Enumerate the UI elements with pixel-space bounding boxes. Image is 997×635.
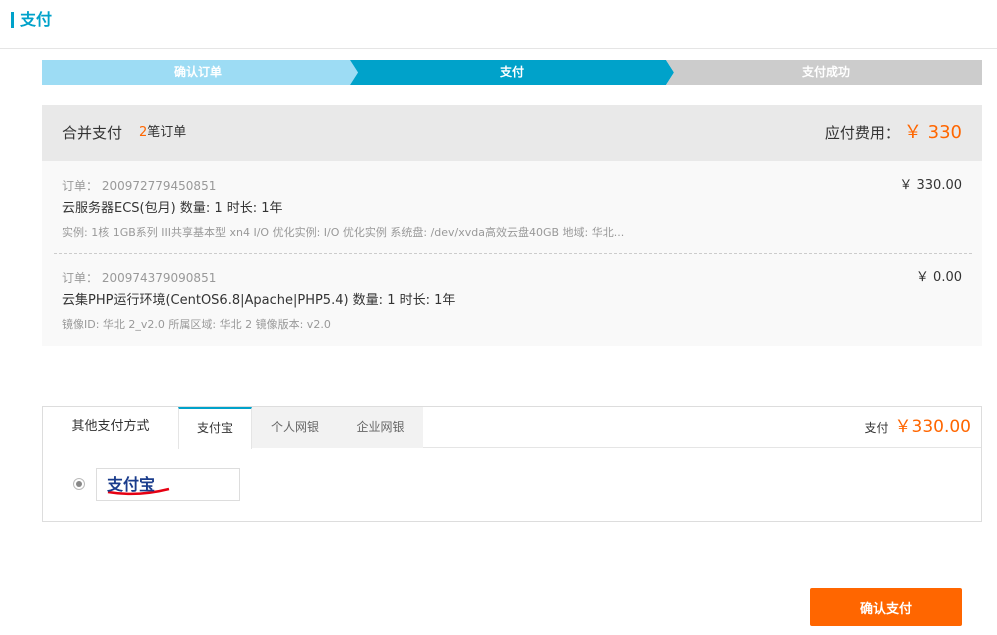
alipay-radio[interactable]: [73, 478, 85, 490]
order-summary-header: 合并支付 2笔订单 应付费用： ￥ 330: [42, 105, 982, 161]
order-product-detail: 实例: 1核 1GB系列 III共享基本型 xn4 I/O 优化实例: I/O …: [62, 226, 625, 239]
alipay-logo-option[interactable]: 支付宝: [96, 468, 240, 501]
tab-personal-bank[interactable]: 个人网银: [252, 407, 338, 448]
confirm-pay-button[interactable]: 确认支付: [810, 588, 962, 626]
payment-tab-bar: 其他支付方式 支付宝 个人网银 企业网银 支付 ￥330.00: [43, 407, 981, 449]
page-title: 支付: [20, 10, 53, 29]
alipay-logo-text: 支付宝: [106, 475, 155, 494]
order-divider: [54, 253, 972, 254]
order-panel: 合并支付 2笔订单 应付费用： ￥ 330 订单： 200972779450851…: [42, 105, 982, 346]
tab-other-payment[interactable]: 其他支付方式: [43, 407, 178, 448]
merge-pay-label: 合并支付: [62, 124, 123, 142]
step-progress: 确认订单 支付 支付成功: [42, 60, 982, 85]
order-product-detail: 镜像ID: 华北 2_v2.0 所属区域: 华北 2 镜像版本: v2.0: [62, 318, 331, 331]
page-header: 支付: [0, 0, 997, 49]
tab-corporate-bank[interactable]: 企业网银: [338, 407, 423, 448]
payment-total: 支付 ￥330.00: [865, 415, 972, 440]
order-product-name: 云集PHP运行环境(CentOS6.8|Apache|PHP5.4) 数量: 1…: [62, 293, 456, 308]
payment-method-box: 其他支付方式 支付宝 个人网银 企业网银 支付 ￥330.00 支付宝: [42, 406, 982, 522]
order-price: ￥ 0.00: [915, 270, 962, 285]
step-confirm-order: 确认订单: [173, 65, 222, 79]
amount-due: 应付费用： ￥ 330: [825, 120, 962, 146]
step-pay-success: 支付成功: [801, 65, 850, 79]
tab-alipay[interactable]: 支付宝: [178, 407, 252, 449]
amount-due-value: ￥ 330: [903, 122, 962, 143]
alipay-logo-icon: 支付宝: [106, 475, 170, 496]
order-id: 订单： 200974379090851: [62, 271, 217, 285]
order-count-suffix: 笔订单: [147, 125, 187, 140]
payment-total-label: 支付: [864, 421, 889, 435]
step-pay: 支付: [499, 65, 524, 79]
order-price: ￥ 330.00: [899, 178, 962, 193]
order-product-name: 云服务器ECS(包月) 数量: 1 时长: 1年: [62, 201, 283, 216]
payment-total-amount: ￥330.00: [894, 417, 971, 437]
order-count: 2笔订单: [139, 124, 186, 142]
amount-due-label: 应付费用：: [824, 124, 900, 142]
title-accent-bar: [11, 12, 14, 28]
order-id: 订单： 200972779450851: [62, 179, 217, 193]
